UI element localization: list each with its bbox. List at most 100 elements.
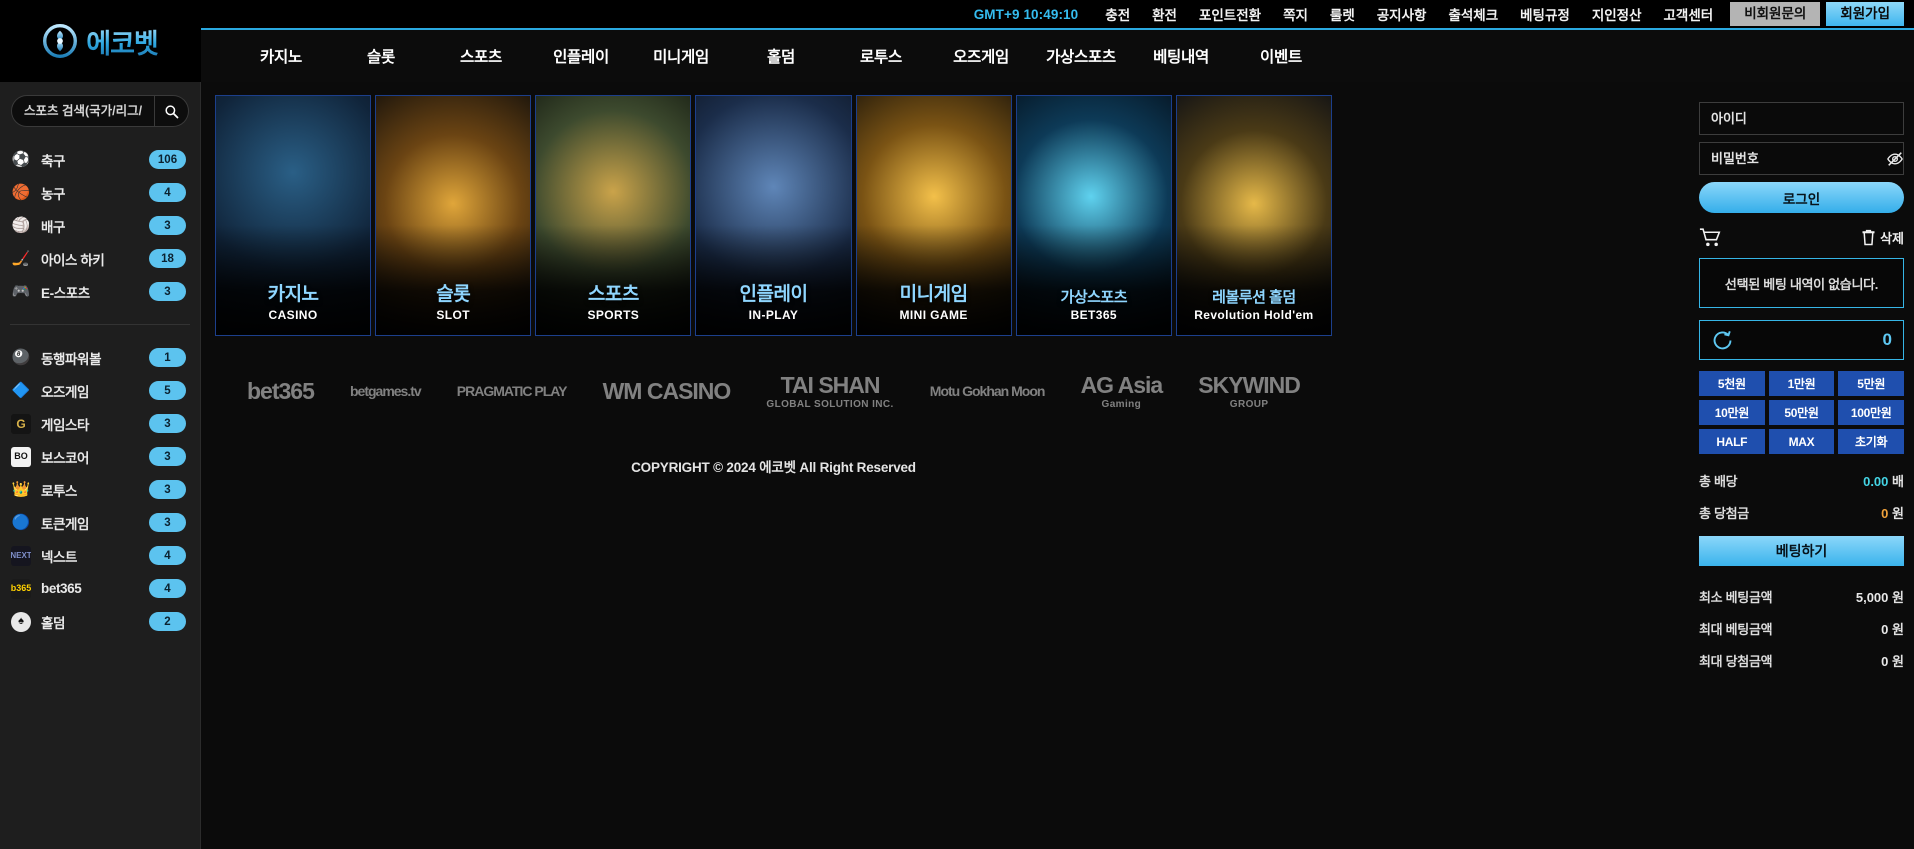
amount-chip-4[interactable]: 50만원 xyxy=(1768,400,1835,425)
amount-chip-0[interactable]: 5천원 xyxy=(1699,371,1765,396)
card-title-en: MINI GAME xyxy=(899,308,968,322)
card-caption: 카지노 CASINO xyxy=(216,284,370,322)
partner-logo-2: PRAGMATIC PLAY xyxy=(457,383,568,399)
sidebar-item-count: 18 xyxy=(149,249,186,268)
bet-limit-label: 최소 베팅금액 xyxy=(1699,589,1773,605)
delete-betslip-button[interactable]: 삭제 xyxy=(1861,228,1904,247)
amount-chip-1[interactable]: 1만원 xyxy=(1768,371,1835,396)
sidebar-item-next[interactable]: NEXT 넥스트 4 xyxy=(0,539,200,572)
partner-name: WM CASINO xyxy=(602,377,732,404)
logo-text: 에코벳 xyxy=(86,22,159,61)
amount-chip-8[interactable]: 초기화 xyxy=(1838,429,1904,454)
category-card-bet365[interactable]: 가상스포츠 BET365 xyxy=(1015,95,1172,336)
category-card-casino[interactable]: 카지노 CASINO xyxy=(215,95,372,336)
bet-limit-value: 0 xyxy=(1881,621,1889,637)
sidebar-item-token-game[interactable]: 🔵 토큰게임 3 xyxy=(0,506,200,539)
sidebar-item-count: 4 xyxy=(149,546,186,565)
sidebar-item-count: 2 xyxy=(149,612,186,631)
site-logo[interactable]: 에코벳 xyxy=(0,0,201,82)
total-win-value: 0 xyxy=(1881,505,1889,521)
sidebar-item-basketball[interactable]: 🏀 농구 4 xyxy=(0,176,200,209)
id-input[interactable] xyxy=(1711,111,1892,126)
nav-item-7[interactable]: 오즈게임 xyxy=(931,45,1031,67)
nav-item-1[interactable]: 슬롯 xyxy=(331,45,431,67)
category-card-revolution-hold-em[interactable]: 레볼루션 홀덤 Revolution Hold'em xyxy=(1175,95,1332,336)
nav-item-2[interactable]: 스포츠 xyxy=(431,45,531,67)
top-link-6[interactable]: 출석체크 xyxy=(1437,4,1509,24)
amount-chip-2[interactable]: 5만원 xyxy=(1838,371,1904,396)
nav-item-4[interactable]: 미니게임 xyxy=(631,45,731,67)
card-caption: 미니게임 MINI GAME xyxy=(857,284,1011,322)
nav-item-0[interactable]: 카지노 xyxy=(231,45,331,67)
signup-button[interactable]: 회원가입 xyxy=(1826,2,1904,26)
nav-item-8[interactable]: 가상스포츠 xyxy=(1031,45,1131,67)
sidebar-item-count: 3 xyxy=(149,480,186,499)
sidebar-item-label: 게임스타 xyxy=(41,417,90,433)
nav-item-5[interactable]: 홀덤 xyxy=(731,45,831,67)
bet-amount-box[interactable]: 0 xyxy=(1699,320,1904,360)
sidebar-item-esports[interactable]: 🎮 E-스포츠 3 xyxy=(0,275,200,308)
sidebar-item-soccer-ball[interactable]: ⚽ 축구 106 xyxy=(0,143,200,176)
sidebar-item-label: 축구 xyxy=(41,153,66,169)
sidebar-item-label: 동행파워볼 xyxy=(41,351,102,367)
top-link-1[interactable]: 환전 xyxy=(1141,4,1188,24)
amount-chip-6[interactable]: HALF xyxy=(1699,429,1765,454)
top-link-0[interactable]: 충전 xyxy=(1094,4,1141,24)
nav-item-9[interactable]: 베팅내역 xyxy=(1131,45,1231,67)
total-odds-row: 총 배당 0.00 배 xyxy=(1699,464,1904,496)
sidebar-item-ice-hockey[interactable]: 🏒 아이스 하키 18 xyxy=(0,242,200,275)
top-link-3[interactable]: 쪽지 xyxy=(1272,4,1319,24)
top-link-9[interactable]: 고객센터 xyxy=(1653,4,1725,24)
nav-item-10[interactable]: 이벤트 xyxy=(1231,45,1331,67)
top-link-5[interactable]: 공지사항 xyxy=(1366,4,1438,24)
sidebar-item-volleyball[interactable]: 🏐 배구 3 xyxy=(0,209,200,242)
login-button[interactable]: 로그인 xyxy=(1699,182,1904,213)
guest-inquiry-button[interactable]: 비회원문의 xyxy=(1730,2,1821,26)
sidebar-item-count: 1 xyxy=(149,348,186,367)
sidebar-item-bosscore[interactable]: BO 보스코어 3 xyxy=(0,440,200,473)
top-link-4[interactable]: 룰렛 xyxy=(1319,4,1366,24)
category-card-mini-game[interactable]: 미니게임 MINI GAME xyxy=(855,95,1012,336)
delete-label: 삭제 xyxy=(1880,230,1904,246)
sidebar-item-holdem[interactable]: ♠ 홀덤 2 xyxy=(0,605,200,638)
sidebar-item-count: 3 xyxy=(149,447,186,466)
top-link-7[interactable]: 베팅규정 xyxy=(1509,4,1581,24)
lotus-icon: 👑 xyxy=(11,481,31,498)
amount-chip-5[interactable]: 100만원 xyxy=(1838,400,1904,425)
nav-item-6[interactable]: 로투스 xyxy=(831,45,931,67)
amount-chip-3[interactable]: 10만원 xyxy=(1699,400,1765,425)
category-card-sports[interactable]: 스포츠 SPORTS xyxy=(535,95,692,336)
place-bet-button[interactable]: 베팅하기 xyxy=(1699,536,1904,566)
login-password-field[interactable] xyxy=(1699,142,1904,175)
top-links: 충전 환전 포인트전환 쪽지 룰렛 공지사항 출석체크 베팅규정 지인정산 고객센터 xyxy=(1094,4,1724,24)
category-card-in-play[interactable]: 인플레이 IN-PLAY xyxy=(695,95,852,336)
bet-limit-value: 5,000 xyxy=(1855,589,1889,605)
sidebar-item-label: 농구 xyxy=(41,186,66,202)
eye-off-icon[interactable] xyxy=(1886,150,1904,168)
sidebar-search-row xyxy=(0,82,200,137)
app-root: GMT+9 10:49:10 충전 환전 포인트전환 쪽지 룰렛 공지사항 출석체크 베팅규정… xyxy=(0,0,1914,849)
search-button[interactable] xyxy=(155,95,189,127)
search-box[interactable] xyxy=(11,95,155,127)
search-input[interactable] xyxy=(24,104,142,118)
card-title-en: SPORTS xyxy=(587,308,640,322)
sidebar-item-powerball[interactable]: 🎱 동행파워볼 1 xyxy=(0,341,200,374)
top-link-8[interactable]: 지인정산 xyxy=(1581,4,1653,24)
sidebar-item-label: E-스포츠 xyxy=(41,285,90,301)
login-id-field[interactable] xyxy=(1699,102,1904,135)
sidebar-item-odds-game[interactable]: 🔷 오즈게임 5 xyxy=(0,374,200,407)
top-link-2[interactable]: 포인트전환 xyxy=(1188,4,1272,24)
logo-mark-icon xyxy=(43,24,78,58)
bosscore-icon: BO xyxy=(11,446,31,467)
sidebar-item-gamestar[interactable]: G 게임스타 3 xyxy=(0,407,200,440)
password-input[interactable] xyxy=(1711,151,1886,166)
amount-chip-7[interactable]: MAX xyxy=(1768,429,1835,454)
main-navigation: 카지노 슬롯 스포츠 인플레이 미니게임 홀덤 로투스 오즈게임 가상스포츠 베팅내역 이벤트 xyxy=(201,28,1914,82)
cart-icon[interactable] xyxy=(1699,227,1723,248)
nav-item-3[interactable]: 인플레이 xyxy=(531,45,631,67)
refresh-icon[interactable] xyxy=(1711,329,1734,352)
sidebar-item-lotus[interactable]: 👑 로투스 3 xyxy=(0,473,200,506)
category-card-slot[interactable]: 슬롯 SLOT xyxy=(375,95,532,336)
sidebar-item-bet365[interactable]: b365 bet365 4 xyxy=(0,572,200,605)
quick-amount-chips: 5천원 1만원 5만원 10만원 50만원 100만원 HALF MAX 초기화 xyxy=(1699,371,1904,454)
